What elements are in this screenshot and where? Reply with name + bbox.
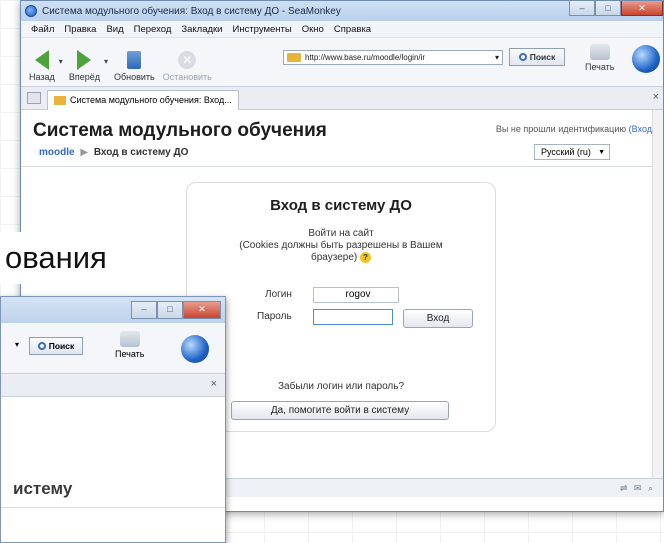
second-print-label: Печать xyxy=(115,349,145,359)
reload-icon xyxy=(127,51,142,69)
tab-list-icon[interactable] xyxy=(27,92,41,104)
url-text: http://www.base.ru/moodle/login/ir xyxy=(305,53,426,62)
vertical-scrollbar[interactable] xyxy=(652,110,663,497)
breadcrumb-separator-icon: ▶ xyxy=(80,147,89,158)
header-divider xyxy=(21,166,663,167)
chevron-down-icon: ▼ xyxy=(598,148,605,156)
second-search-button[interactable]: Поиск xyxy=(29,337,83,355)
menu-file[interactable]: Файл xyxy=(31,24,54,35)
back-arrow-icon xyxy=(34,50,49,70)
menu-view[interactable]: Вид xyxy=(106,24,123,35)
search-button[interactable]: Поиск xyxy=(509,48,565,66)
print-button[interactable]: Печать xyxy=(585,44,614,72)
forward-dropdown-icon[interactable]: ▾ xyxy=(104,57,108,66)
menu-window[interactable]: Окно xyxy=(302,24,324,35)
printer-icon xyxy=(589,44,610,60)
url-dropdown-icon[interactable]: ▾ xyxy=(495,53,499,62)
stop-label: Остановить xyxy=(162,72,212,82)
maximize-button[interactable]: □ xyxy=(595,1,621,16)
window-title: Система модульного обучения: Вход в сист… xyxy=(42,5,341,17)
breadcrumb: moodle ▶ Вход в систему ДО xyxy=(39,147,188,158)
second-maximize-button[interactable]: □ xyxy=(157,301,183,319)
second-page-heading: истему xyxy=(13,479,73,498)
back-dropdown-icon[interactable]: ▾ xyxy=(59,57,63,66)
stop-icon: ✕ xyxy=(178,51,197,69)
forward-button[interactable]: Вперёд xyxy=(69,50,100,82)
close-tab-icon[interactable]: × xyxy=(653,91,659,103)
login-instructions-line1: Войти на сайт xyxy=(308,228,374,239)
second-window-controls: – □ ✕ xyxy=(131,301,221,319)
menu-go[interactable]: Переход xyxy=(134,24,172,35)
breadcrumb-home-link[interactable]: moodle xyxy=(39,147,75,158)
search-icon xyxy=(518,53,527,61)
close-window-button[interactable]: ✕ xyxy=(621,1,663,16)
reload-label: Обновить xyxy=(113,72,155,82)
login-instructions-line3: браузере) xyxy=(310,252,358,264)
login-instructions: Войти на сайт (Cookies должны быть разре… xyxy=(187,228,495,264)
menu-bar: Файл Правка Вид Переход Закладки Инструм… xyxy=(21,21,663,38)
second-throbber-icon[interactable] xyxy=(181,335,209,363)
language-value: Русский (ru) xyxy=(541,147,591,157)
second-toolbar: ▾ Поиск Печать xyxy=(1,323,225,374)
page-title: Система модульного обучения xyxy=(33,120,327,141)
second-url-dropdown-icon[interactable]: ▾ xyxy=(15,340,19,349)
second-search-icon xyxy=(37,342,46,350)
forward-arrow-icon xyxy=(77,50,92,70)
menu-edit[interactable]: Правка xyxy=(64,24,96,35)
login-instructions-line2: (Cookies должны быть разрешены в Вашем xyxy=(239,240,443,251)
password-field[interactable] xyxy=(313,309,393,325)
login-box: Вход в систему ДО Войти на сайт (Cookies… xyxy=(186,182,496,432)
site-favicon-icon xyxy=(287,53,301,62)
back-label: Назад xyxy=(29,72,55,82)
second-search-label: Поиск xyxy=(48,341,75,351)
forward-label: Вперёд xyxy=(68,72,100,82)
menu-bookmarks[interactable]: Закладки xyxy=(181,24,222,35)
password-label: Пароль xyxy=(257,311,292,322)
second-printer-icon xyxy=(119,331,140,347)
minimize-button[interactable]: – xyxy=(569,1,595,16)
second-window-title-bar[interactable]: – □ ✕ xyxy=(1,297,225,323)
login-status: Вы не прошли идентификацию (Вход) xyxy=(496,124,655,134)
second-print-button[interactable]: Печать xyxy=(115,331,144,359)
login-button[interactable]: Вход xyxy=(403,309,473,328)
username-field[interactable]: rogov xyxy=(313,287,399,303)
second-close-button[interactable]: ✕ xyxy=(183,301,221,319)
tab-favicon-icon xyxy=(54,95,66,105)
help-login-button[interactable]: Да, помогите войти в систему xyxy=(231,401,449,420)
print-label: Печать xyxy=(585,62,615,72)
url-bar[interactable]: http://www.base.ru/moodle/login/ir ▾ xyxy=(283,50,503,65)
search-label: Поиск xyxy=(529,52,556,62)
second-divider xyxy=(1,507,225,508)
navigation-toolbar: Назад ▾ Вперёд ▾ Обновить ✕ Остановить h… xyxy=(21,38,663,87)
help-icon[interactable]: ? xyxy=(360,252,371,263)
tab-strip: Система модульного обучения: Вход... × xyxy=(21,87,663,110)
window-controls: – □ ✕ xyxy=(569,1,663,17)
back-button[interactable]: Назад xyxy=(29,50,55,82)
username-label: Логин xyxy=(265,289,292,300)
slide-text-fragment: ования xyxy=(0,232,160,284)
second-tab-strip: × xyxy=(1,374,225,397)
breadcrumb-current: Вход в систему ДО xyxy=(93,147,189,158)
login-status-text: Вы не прошли идентификацию xyxy=(495,124,627,134)
second-browser-window: – □ ✕ ▾ Поиск Печать × истему xyxy=(0,296,226,543)
status-icons: ⇌ ✉ ⌕ xyxy=(619,483,655,493)
language-select[interactable]: Русский (ru) ▼ xyxy=(534,144,610,160)
menu-tools[interactable]: Инструменты xyxy=(233,24,292,35)
second-close-tab-icon[interactable]: × xyxy=(211,378,217,390)
reload-button[interactable]: Обновить xyxy=(114,50,155,82)
forgot-password-text: Забыли логин или пароль? xyxy=(277,381,405,392)
seamonkey-throbber-icon[interactable] xyxy=(632,45,660,73)
tab-moodle-login[interactable]: Система модульного обучения: Вход... xyxy=(47,89,239,110)
seamonkey-app-icon xyxy=(25,5,37,17)
login-box-title: Вход в систему ДО xyxy=(270,197,412,214)
second-minimize-button[interactable]: – xyxy=(131,301,157,319)
stop-button[interactable]: ✕ Остановить xyxy=(163,50,212,82)
menu-help[interactable]: Справка xyxy=(334,24,371,35)
title-bar[interactable]: Система модульного обучения: Вход в сист… xyxy=(21,1,663,21)
tab-title: Система модульного обучения: Вход... xyxy=(70,95,232,105)
